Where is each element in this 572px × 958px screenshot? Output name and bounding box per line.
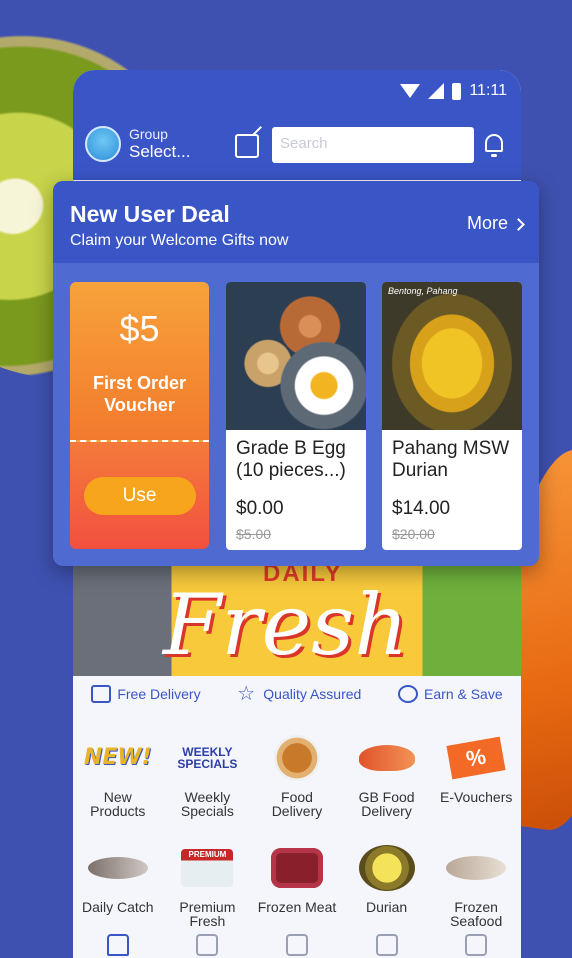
- category-food-delivery[interactable]: Food Delivery: [254, 732, 340, 818]
- more-label: More: [466, 213, 508, 233]
- more-link[interactable]: More: [466, 213, 525, 234]
- deal-title: New User Deal: [70, 201, 230, 227]
- wifi-icon: [400, 84, 421, 98]
- bottom-tab-bar: [73, 934, 521, 956]
- feature-strip: Free Delivery ☆ Quality Assured Earn & S…: [73, 684, 521, 704]
- product-old-price: $5.00: [236, 526, 272, 542]
- product-name: Pahang MSW Durian: [392, 438, 510, 481]
- category-row-1: NEW! New Products WEEKLY SPECIALS Weekly…: [73, 732, 521, 818]
- app-header: 11:11 Group Select... Search: [73, 70, 521, 180]
- voucher-amount: $5: [119, 308, 160, 349]
- bell-icon[interactable]: [485, 134, 503, 157]
- shrimp-icon: [446, 856, 507, 880]
- grid-icon[interactable]: [196, 934, 219, 956]
- category-frozen-meat[interactable]: Frozen Meat: [254, 842, 340, 928]
- category-label: Frozen Seafood: [450, 899, 503, 929]
- prawn-icon: [358, 745, 415, 771]
- group-value: Select...: [129, 142, 191, 161]
- image-caption: Bentong, Pahang: [388, 286, 458, 296]
- voucher-tag-icon: %: [446, 736, 506, 780]
- category-label: Food Delivery: [271, 789, 323, 819]
- battery-icon: [452, 82, 462, 100]
- truck-icon: [91, 685, 112, 703]
- durian-image: Bentong, Pahang: [382, 282, 522, 430]
- search-input[interactable]: Search: [272, 127, 474, 163]
- durian-icon: [358, 845, 415, 891]
- category-label: Daily Catch: [82, 899, 154, 915]
- feature-quality-assured: ☆ Quality Assured: [237, 684, 361, 704]
- product-card-egg[interactable]: Grade B Egg (10 pieces...) $0.00 $5.00: [226, 282, 366, 550]
- category-daily-catch[interactable]: Daily Catch: [75, 842, 161, 928]
- feature-label: Quality Assured: [263, 686, 362, 702]
- egg-image: [226, 282, 366, 430]
- weekly-specials-icon: WEEKLY SPECIALS: [177, 745, 238, 771]
- star-icon: ☆: [237, 683, 256, 705]
- dollar-icon: [398, 685, 419, 703]
- category-premium-fresh[interactable]: PREMIUM Premium Fresh: [164, 842, 250, 928]
- category-label: Weekly Specials: [180, 789, 234, 819]
- premium-badge-text: PREMIUM: [188, 850, 227, 859]
- category-frozen-seafood[interactable]: Frozen Seafood: [433, 842, 519, 928]
- category-durian[interactable]: Durian: [344, 842, 430, 928]
- voucher-label: First Order Voucher: [92, 373, 187, 415]
- feature-free-delivery: Free Delivery: [91, 684, 201, 704]
- category-new-products[interactable]: NEW! New Products: [75, 732, 161, 819]
- category-row-2: Daily Catch PREMIUM Premium Fresh Frozen…: [73, 842, 521, 928]
- deal-subtitle: Claim your Welcome Gifts now: [70, 232, 289, 249]
- status-time: 11:11: [469, 82, 507, 99]
- new-badge-icon: NEW!: [83, 745, 152, 770]
- category-label: Durian: [365, 899, 408, 915]
- category-label: Premium Fresh: [179, 899, 236, 929]
- daily-fresh-banner[interactable]: DAILY Fresh: [73, 566, 521, 676]
- status-bar: 11:11: [400, 82, 507, 100]
- product-price: $0.00: [236, 498, 284, 519]
- video-icon[interactable]: [285, 934, 308, 956]
- home-icon[interactable]: [106, 934, 129, 956]
- profile-icon[interactable]: [465, 934, 488, 956]
- category-label: Frozen Meat: [257, 899, 337, 915]
- banner-title: Fresh: [163, 576, 409, 674]
- cart-icon[interactable]: [375, 934, 398, 956]
- share-icon[interactable]: [235, 134, 259, 158]
- feature-label: Free Delivery: [117, 686, 201, 702]
- first-order-voucher: $5 First Order Voucher Use: [70, 282, 209, 549]
- fish-icon: [87, 857, 148, 879]
- category-label: GB Food Delivery: [358, 789, 415, 819]
- category-label: E-Vouchers: [439, 789, 513, 805]
- category-gb-food-delivery[interactable]: GB Food Delivery: [344, 732, 430, 818]
- product-old-price: $20.00: [392, 526, 435, 542]
- new-user-deal-card: New User Deal Claim your Welcome Gifts n…: [53, 181, 539, 566]
- premium-icon: PREMIUM: [181, 849, 234, 887]
- food-bowl-icon: [273, 735, 320, 781]
- group-selector[interactable]: Group Select...: [85, 126, 190, 162]
- product-name: Grade B Egg (10 pieces...): [236, 438, 346, 481]
- use-voucher-button[interactable]: Use: [83, 476, 196, 515]
- feature-label: Earn & Save: [424, 686, 503, 702]
- group-label: Group: [129, 126, 168, 142]
- category-weekly-specials[interactable]: WEEKLY SPECIALS Weekly Specials: [164, 732, 250, 818]
- product-price: $14.00: [392, 498, 451, 519]
- product-card-durian[interactable]: Bentong, Pahang Pahang MSW Durian $14.00…: [382, 282, 522, 550]
- group-avatar: [85, 126, 121, 162]
- signal-icon: [428, 83, 445, 99]
- meat-icon: [270, 848, 323, 888]
- deal-header: New User Deal Claim your Welcome Gifts n…: [53, 181, 539, 263]
- chevron-right-icon: [512, 218, 525, 231]
- category-e-vouchers[interactable]: % E-Vouchers: [433, 732, 519, 818]
- category-label: New Products: [90, 789, 146, 819]
- feature-earn-save: Earn & Save: [398, 684, 503, 704]
